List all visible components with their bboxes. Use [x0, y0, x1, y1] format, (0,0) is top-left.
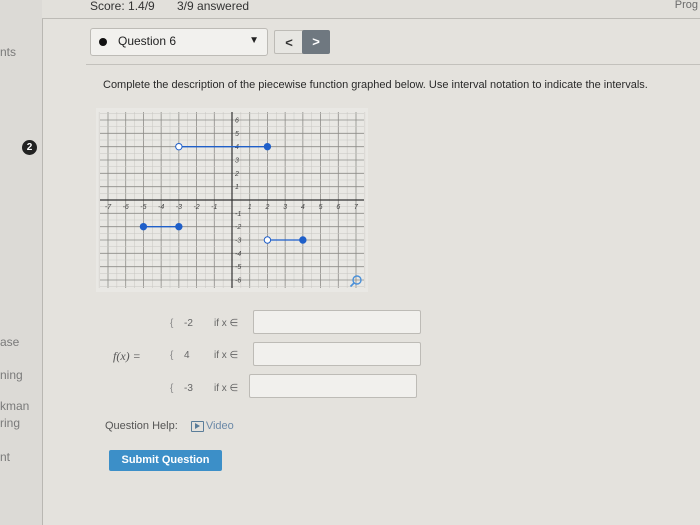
question-count-badge: 2	[22, 140, 37, 155]
x-tick-label: -5	[140, 204, 146, 211]
open-endpoint	[175, 142, 183, 151]
magnify-icon[interactable]	[349, 274, 363, 288]
interval-input-1[interactable]	[253, 310, 421, 334]
x-tick-label: -4	[158, 204, 164, 211]
x-tick-label: 5	[319, 204, 323, 211]
score-text: Score: 1.4/9	[90, 0, 155, 13]
sidebar-fragment-ase[interactable]: ase	[0, 335, 19, 349]
question-select[interactable]: Question 6 ▼	[90, 28, 268, 56]
x-tick-label: -1	[211, 204, 217, 211]
question-status-dot	[99, 38, 107, 46]
y-tick-label: -4	[235, 251, 241, 258]
y-tick-label: -3	[235, 238, 241, 245]
piece-brace: {	[170, 350, 174, 361]
y-tick-label: -2	[235, 224, 241, 231]
x-tick-label: 2	[264, 204, 269, 211]
submit-question-button[interactable]: Submit Question	[109, 450, 222, 471]
y-tick-label: 1	[235, 184, 239, 191]
piecewise-graph: -7 -6 -5 -4 -3 -2 -1 1 2 3 4 5 6 7654321-1-2-3-4-5-6	[96, 108, 368, 292]
piece-row-2: {4 if x ∈	[170, 350, 262, 361]
function-label: f(x) =	[113, 349, 141, 363]
question-select-value: Question 6	[118, 34, 177, 48]
closed-endpoint	[263, 142, 272, 151]
next-question-button[interactable]: >	[302, 30, 330, 54]
piece-brace: {	[170, 383, 174, 394]
answered-count: 3/9 answered	[177, 0, 250, 13]
question-help: Question Help: Video	[105, 420, 234, 432]
x-tick-label: -7	[105, 204, 112, 211]
piece-brace: {	[170, 318, 174, 329]
interval-input-3[interactable]	[249, 374, 417, 398]
open-endpoint	[263, 236, 272, 244]
sidebar-fragment-ning[interactable]: ning	[0, 368, 23, 382]
y-tick-label: 2	[234, 171, 239, 178]
video-link[interactable]: Video	[206, 420, 234, 432]
video-icon[interactable]	[190, 420, 204, 432]
x-tick-label: 4	[301, 204, 305, 211]
x-tick-label: -3	[176, 204, 182, 211]
sidebar-fragment-ring[interactable]: ring	[0, 416, 20, 430]
top-status-bar: Score: 1.4/9 3/9 answered Prog	[42, 0, 700, 19]
sidebar-fragment-kman[interactable]: kman	[0, 399, 29, 413]
header-divider	[86, 64, 700, 65]
closed-endpoint	[175, 222, 183, 231]
x-tick-label: 1	[248, 204, 252, 211]
sidebar-fragment-nts: nts	[0, 45, 17, 59]
question-help-label: Question Help:	[105, 420, 178, 432]
y-tick-label: 3	[235, 158, 239, 165]
y-tick-label: -5	[235, 264, 241, 271]
chevron-down-icon: ▼	[249, 35, 259, 46]
y-tick-label: -1	[235, 211, 241, 218]
left-sidebar: nts 2 ase ning kman ring nt	[0, 0, 43, 525]
y-tick-label: 5	[235, 131, 239, 138]
x-tick-label: -2	[193, 204, 199, 211]
y-tick-label: 4	[235, 144, 239, 151]
piece-value: -3	[184, 383, 193, 394]
question-prompt: Complete the description of the piecewis…	[103, 79, 648, 91]
previous-question-button[interactable]: <	[274, 30, 304, 54]
closed-endpoint	[299, 236, 307, 244]
y-tick-label: 6	[235, 118, 239, 125]
x-tick-label: 6	[336, 204, 340, 211]
piece-row-1: {-2 if x ∈	[170, 318, 262, 329]
y-tick-label: -6	[235, 278, 241, 285]
x-tick-label: -6	[123, 204, 129, 211]
progress-link[interactable]: Prog	[675, 0, 698, 11]
piece-value: 4	[184, 350, 190, 361]
interval-input-2[interactable]	[253, 342, 421, 366]
piece-value: -2	[184, 318, 193, 329]
x-tick-label: 3	[283, 204, 287, 211]
closed-endpoint	[139, 222, 148, 231]
sidebar-fragment-nt[interactable]: nt	[0, 450, 10, 464]
